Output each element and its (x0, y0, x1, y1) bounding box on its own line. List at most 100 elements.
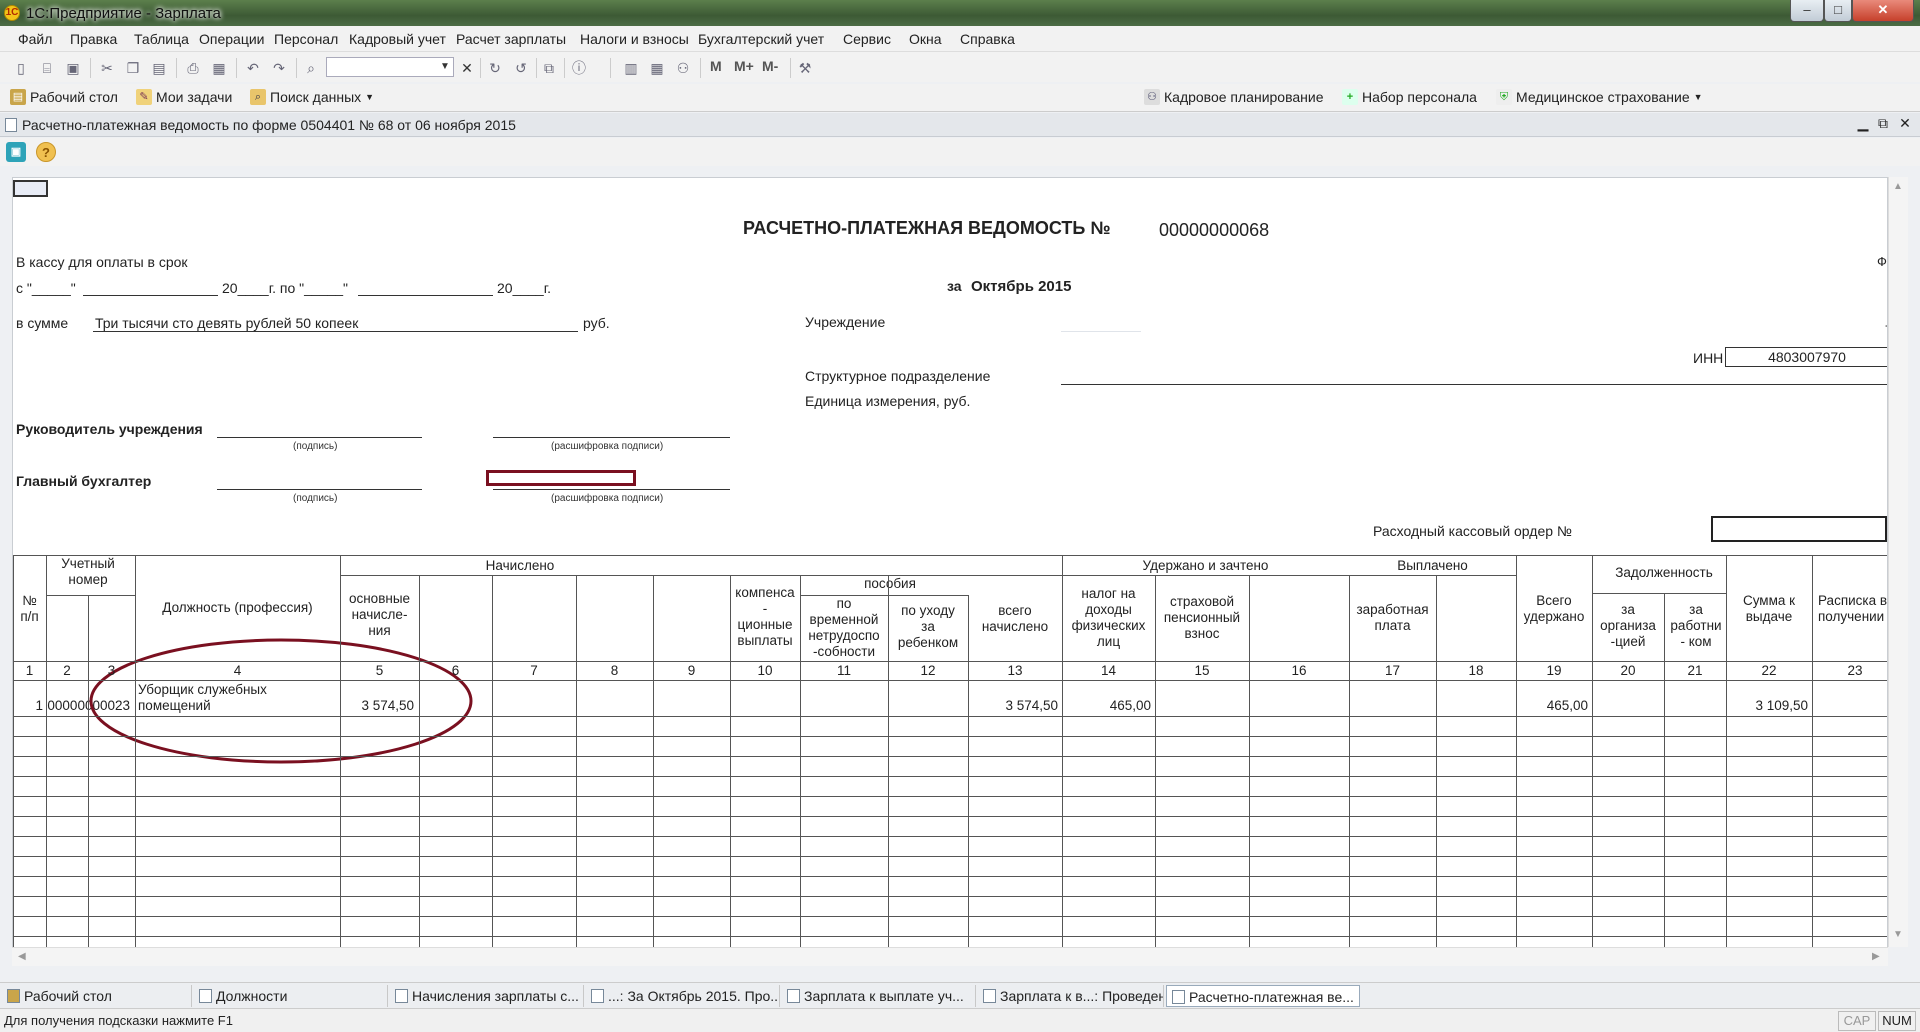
panel-medical-insurance[interactable]: ⛨ Медицинское страхование ▼ (1496, 89, 1703, 105)
decode-caption: (расшифровка подписи) (551, 441, 664, 452)
memory-button[interactable]: M (710, 58, 722, 74)
window-tab-accruals[interactable]: Начисления зарплаты с... (390, 985, 584, 1007)
panel-recruiting[interactable]: + Набор персонала (1342, 89, 1477, 105)
grid-line-v (1726, 555, 1727, 948)
menu-personnel[interactable]: Персонал (274, 31, 338, 47)
copy-icon[interactable]: ❐ (124, 59, 142, 77)
save-icon[interactable]: ▣ (64, 59, 82, 77)
grid-line-v (1436, 575, 1437, 948)
memory-plus-button[interactable]: M+ (734, 58, 754, 74)
num-lock-indicator: NUM (1878, 1011, 1916, 1031)
panel-my-tasks[interactable]: ✎ Мои задачи (136, 89, 232, 105)
doc-restore-icon[interactable]: ⧉ (1874, 115, 1892, 132)
window-tab-salary-posted[interactable]: Зарплата к в...: Проведен (978, 985, 1164, 1007)
scroll-left-icon[interactable]: ◀ (18, 951, 26, 962)
window-tab-label: Рабочий стол (24, 988, 112, 1004)
column-number: 12 (920, 663, 936, 678)
window-titlebar: 1С 1С:Предприятие - Зарплата – □ ✕ (0, 0, 1920, 26)
find-prev-icon[interactable]: ↺ (512, 59, 530, 77)
menu-payroll[interactable]: Расчет зарплаты (456, 31, 566, 47)
col-header-n: № п/п (20, 593, 39, 624)
subdivision-label: Структурное подразделение (805, 368, 991, 384)
redo-icon[interactable]: ↷ (270, 59, 288, 77)
recruiting-icon: + (1342, 89, 1358, 105)
col-header-childcare: по уходу за ребенком (897, 603, 959, 650)
find-icon[interactable]: ⌕ (302, 59, 320, 77)
undo-icon[interactable]: ↶ (244, 59, 262, 77)
paste-icon[interactable]: ▤ (150, 59, 168, 77)
window-tab-october[interactable]: ...: За Октябрь 2015. Про... (586, 985, 780, 1007)
column-number: 3 (107, 663, 116, 678)
window-tab-desktop[interactable]: Рабочий стол (2, 985, 192, 1007)
doc-close-icon[interactable]: ✕ (1896, 115, 1914, 132)
cash-order-field[interactable] (1711, 516, 1887, 542)
column-number: 21 (1687, 663, 1703, 678)
chevron-down-icon[interactable]: ▼ (436, 58, 454, 76)
grid-line-h (340, 575, 1062, 576)
windows-icon[interactable]: ⧉ (540, 59, 558, 77)
annotation-box (486, 470, 636, 486)
users-icon[interactable]: ⚇ (674, 59, 692, 77)
menu-edit[interactable]: Правка (70, 31, 117, 47)
menu-accounting[interactable]: Бухгалтерский учет (698, 31, 824, 47)
print-icon[interactable]: ⎙ (184, 59, 202, 77)
grid-line-v (419, 575, 420, 948)
menu-help[interactable]: Справка (960, 31, 1015, 47)
minimize-button[interactable]: – (1790, 0, 1824, 22)
window-tab-payroll-sheet[interactable]: Расчетно-платежная ве... (1166, 985, 1360, 1007)
scroll-down-icon[interactable]: ▼ (1893, 929, 1903, 940)
scroll-up-icon[interactable]: ▲ (1893, 181, 1903, 192)
panel-desktop[interactable]: ▤ Рабочий стол (10, 89, 118, 105)
close-button[interactable]: ✕ (1852, 0, 1914, 22)
find-next-icon[interactable]: ↻ (486, 59, 504, 77)
help-icon[interactable]: ? (36, 142, 56, 162)
calendar-icon[interactable]: ▦ (648, 59, 666, 77)
caps-lock-indicator: CAP (1838, 1011, 1876, 1031)
doc-minimize-icon[interactable]: ▁ (1854, 115, 1872, 132)
new-document-icon[interactable]: ▯ (12, 59, 30, 77)
window-tab-positions[interactable]: Должности (194, 985, 388, 1007)
menu-file[interactable]: Файл (18, 31, 52, 47)
scroll-right-icon[interactable]: ▶ (1872, 951, 1880, 962)
desktop-icon (7, 989, 20, 1003)
document-toolbar: ▣ ? (0, 138, 1920, 166)
report-sheet[interactable]: РАСЧЕТНО-ПЛАТЕЖНАЯ ВЕДОМОСТЬ № 000000000… (12, 177, 1888, 966)
print-preview-icon[interactable]: ▦ (210, 59, 228, 77)
cut-icon[interactable]: ✂ (98, 59, 116, 77)
column-number: 15 (1194, 663, 1210, 678)
menu-hr-records[interactable]: Кадровый учет (349, 31, 446, 47)
open-folder-icon[interactable]: ⌸ (38, 59, 56, 77)
sign-caption-2: (подпись) (293, 493, 338, 504)
panel-search-data[interactable]: ⌕ Поиск данных ▼ (250, 89, 374, 105)
clear-search-icon[interactable]: ✕ (458, 59, 476, 77)
window-tab-label: Зарплата к выплате уч... (804, 988, 964, 1004)
grid-line-h (13, 736, 1887, 737)
grid-line-v (1249, 575, 1250, 948)
menu-taxes[interactable]: Налоги и взносы (580, 31, 689, 47)
period-value: Октябрь 2015 (971, 278, 1072, 295)
column-number: 20 (1620, 663, 1636, 678)
menu-windows[interactable]: Окна (909, 31, 942, 47)
menu-operations[interactable]: Операции (199, 31, 265, 47)
horizontal-scrollbar[interactable]: ◀ ▶ (12, 947, 1888, 966)
panel-staff-planning[interactable]: ⚇ Кадровое планирование (1144, 89, 1324, 105)
column-number: 8 (610, 663, 619, 678)
tasks-icon: ✎ (136, 89, 152, 105)
col-header-ndfl: налог на доходы физических лиц (1071, 586, 1146, 649)
maximize-button[interactable]: □ (1824, 0, 1852, 22)
print-settings-icon[interactable]: ▣ (6, 142, 26, 162)
grid-line-h (13, 876, 1887, 877)
app-logo-icon: 1С (4, 5, 20, 21)
memory-minus-button[interactable]: M- (762, 58, 778, 74)
info-icon[interactable]: ⓘ (570, 59, 588, 77)
search-input[interactable] (326, 57, 454, 77)
menu-table[interactable]: Таблица (134, 31, 189, 47)
calculator-icon[interactable]: ▥ (622, 59, 640, 77)
col-header-position: Должность (профессия) (162, 600, 313, 615)
tools-icon[interactable]: ⚒ (796, 59, 814, 77)
panel-medical-insurance-label: Медицинское страхование (1516, 89, 1690, 105)
window-tab-salary-payment[interactable]: Зарплата к выплате уч... (782, 985, 976, 1007)
menu-service[interactable]: Сервис (843, 31, 891, 47)
vertical-scrollbar[interactable]: ▲ ▼ (1888, 177, 1908, 947)
column-number: 22 (1761, 663, 1777, 678)
